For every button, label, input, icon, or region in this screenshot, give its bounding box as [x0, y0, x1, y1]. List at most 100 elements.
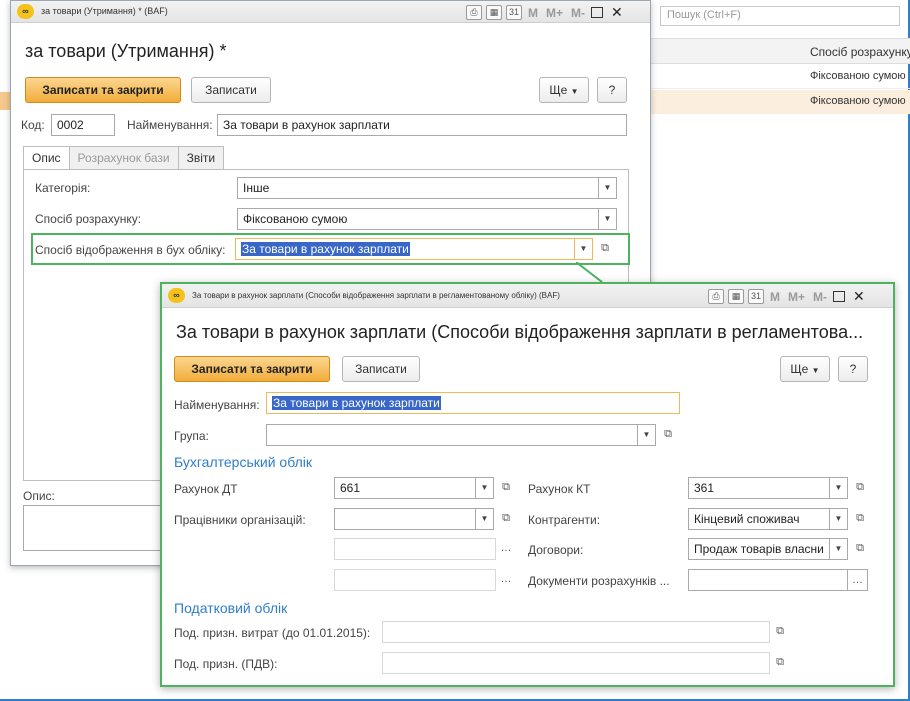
- help-button[interactable]: ?: [597, 77, 627, 103]
- tax-section-heading: Податковий облік: [174, 600, 288, 616]
- background-selection-strip: [0, 92, 10, 110]
- window1-titlebar-tools: ⎙ ▦ 31 M M+ M- ✕: [466, 4, 627, 21]
- open-link-icon[interactable]: ⧉: [595, 238, 615, 260]
- settlement-docs-label: Документи розрахунків ...: [528, 574, 670, 588]
- category-select[interactable]: Інше: [237, 177, 599, 199]
- tax-expense-field[interactable]: [382, 621, 770, 643]
- maximize-icon[interactable]: [833, 291, 846, 302]
- tab-base-calculation[interactable]: Розрахунок бази: [68, 146, 179, 170]
- chevron-down-icon[interactable]: ▼: [638, 424, 656, 446]
- ellipsis-icon: …: [500, 573, 512, 585]
- memory-plus-icon[interactable]: M+: [544, 6, 565, 20]
- group-select[interactable]: [266, 424, 638, 446]
- more-label: Ще: [790, 362, 809, 376]
- credit-account-select[interactable]: 361: [688, 477, 830, 499]
- display-method-select[interactable]: За товари в рахунок зарплати: [235, 238, 575, 260]
- calc-method-label: Спосіб розрахунку:: [35, 212, 142, 226]
- window1-form-title: за товари (Утримання) *: [25, 41, 227, 61]
- row-cell: Фіксованою сумою: [810, 70, 906, 82]
- calc-method-select[interactable]: Фіксованою сумою: [237, 208, 599, 230]
- contracts-label: Договори:: [528, 543, 584, 557]
- open-link-icon[interactable]: ⧉: [850, 477, 870, 499]
- group-label: Група:: [174, 429, 209, 443]
- save-button[interactable]: Записати: [342, 356, 420, 382]
- posting-method-window: ∞ За товари в рахунок зарплати (Способи …: [160, 282, 895, 687]
- contractors-select[interactable]: Кінцевий споживач: [688, 508, 830, 530]
- background-column-header[interactable]: Спосіб розрахунку: [650, 38, 910, 64]
- chevron-down-icon[interactable]: ▼: [575, 238, 593, 260]
- chevron-down-icon: ▼: [811, 366, 820, 375]
- memory-minus-icon[interactable]: M-: [569, 6, 587, 20]
- chevron-down-icon[interactable]: ▼: [476, 477, 494, 499]
- app-logo-icon: ∞: [17, 4, 34, 19]
- open-link-icon[interactable]: ⧉: [770, 652, 790, 674]
- settlement-docs-field[interactable]: [688, 569, 848, 591]
- memory-plus-icon[interactable]: M+: [786, 290, 807, 304]
- disabled-field-1: [334, 538, 496, 560]
- more-button[interactable]: Ще ▼: [780, 356, 830, 382]
- window1-titlebar[interactable]: ∞ за товари (Утримання) * (BAF) ⎙ ▦ 31 M…: [11, 1, 650, 23]
- employees-select[interactable]: [334, 508, 476, 530]
- description-textarea[interactable]: [23, 505, 183, 551]
- code-field[interactable]: 0002: [51, 114, 115, 136]
- chevron-down-icon[interactable]: ▼: [476, 508, 494, 530]
- window2-titlebar-tools: ⎙ ▦ 31 M M+ M- ✕: [708, 288, 869, 305]
- maximize-icon[interactable]: [591, 7, 604, 18]
- background-search-input[interactable]: Пошук (Ctrl+F): [660, 6, 900, 26]
- contracts-select[interactable]: Продаж товарів власни: [688, 538, 830, 560]
- employees-label: Працівники організацій:: [174, 513, 306, 527]
- print-icon[interactable]: ⎙: [466, 5, 482, 20]
- open-link-icon[interactable]: ⧉: [850, 508, 870, 530]
- window1-title: за товари (Утримання) * (BAF): [41, 6, 168, 16]
- calendar-icon[interactable]: 31: [506, 5, 522, 20]
- debit-account-select[interactable]: 661: [334, 477, 476, 499]
- close-icon[interactable]: ✕: [849, 288, 869, 305]
- name-label: Найменування:: [174, 398, 260, 412]
- more-label: Ще: [549, 83, 568, 97]
- open-link-icon[interactable]: ⧉: [496, 477, 516, 499]
- chevron-down-icon[interactable]: ▼: [830, 477, 848, 499]
- tax-vat-field[interactable]: [382, 652, 770, 674]
- tab-reports[interactable]: Звіти: [177, 146, 225, 170]
- column-header-label: Спосіб розрахунку: [810, 45, 910, 59]
- open-link-icon[interactable]: ⧉: [850, 538, 870, 560]
- table-row-selected[interactable]: Фіксованою сумою: [650, 90, 910, 114]
- contractors-label: Контрагенти:: [528, 513, 601, 527]
- display-method-label: Спосіб відображення в бух обліку:: [35, 243, 226, 257]
- highlight-connector: [576, 262, 603, 283]
- save-and-close-button[interactable]: Записати та закрити: [25, 77, 181, 103]
- debit-account-label: Рахунок ДТ: [174, 482, 238, 496]
- open-link-icon[interactable]: ⧉: [658, 424, 678, 446]
- name-field[interactable]: За товари в рахунок зарплати: [217, 114, 627, 136]
- name-label: Найменування:: [127, 118, 213, 132]
- disabled-field-2: [334, 569, 496, 591]
- print-icon[interactable]: ⎙: [708, 289, 724, 304]
- display-method-value: За товари в рахунок зарплати: [241, 242, 410, 256]
- tab-description[interactable]: Опис: [23, 146, 70, 170]
- memory-icon[interactable]: M: [768, 290, 782, 304]
- open-link-icon[interactable]: ⧉: [496, 508, 516, 530]
- save-button[interactable]: Записати: [191, 77, 271, 103]
- table-row[interactable]: Фіксованою сумою: [650, 65, 910, 89]
- chevron-down-icon[interactable]: ▼: [830, 508, 848, 530]
- chevron-down-icon[interactable]: ▼: [599, 177, 617, 199]
- name-field[interactable]: За товари в рахунок зарплати: [266, 392, 680, 414]
- chevron-down-icon[interactable]: ▼: [599, 208, 617, 230]
- code-label: Код:: [21, 118, 45, 132]
- window2-titlebar[interactable]: ∞ За товари в рахунок зарплати (Способи …: [162, 284, 893, 308]
- calendar-icon[interactable]: 31: [748, 289, 764, 304]
- open-link-icon[interactable]: ⧉: [770, 621, 790, 643]
- memory-minus-icon[interactable]: M-: [811, 290, 829, 304]
- calculator-icon[interactable]: ▦: [728, 289, 744, 304]
- help-button[interactable]: ?: [838, 356, 868, 382]
- more-button[interactable]: Ще ▼: [539, 77, 589, 103]
- chevron-down-icon[interactable]: ▼: [830, 538, 848, 560]
- calculator-icon[interactable]: ▦: [486, 5, 502, 20]
- credit-account-label: Рахунок КТ: [528, 482, 591, 496]
- ellipsis-button[interactable]: …: [848, 569, 868, 591]
- memory-icon[interactable]: M: [526, 6, 540, 20]
- save-and-close-button[interactable]: Записати та закрити: [174, 356, 330, 382]
- accounting-section-heading: Бухгалтерський облік: [174, 454, 312, 470]
- row-cell: Фіксованою сумою: [810, 95, 906, 107]
- close-icon[interactable]: ✕: [607, 4, 627, 21]
